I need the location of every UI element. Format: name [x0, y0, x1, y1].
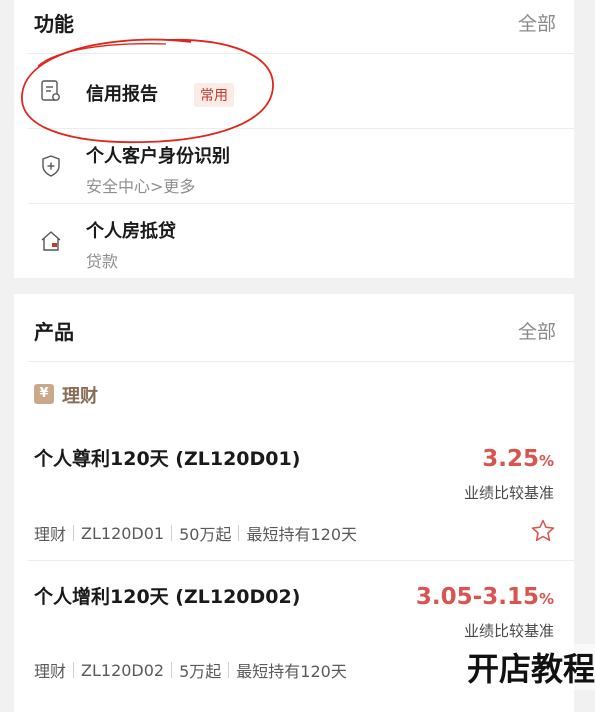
product-tag: ZL120D02 [81, 660, 165, 680]
product-name: 个人增利120天 (ZL120D02) [34, 586, 301, 608]
product-tags: 理财 ZL120D02 5万起 最短持有120天 [34, 658, 347, 682]
products-view-all-link[interactable]: 全部 [518, 317, 556, 344]
tag-separator [228, 662, 230, 678]
rate-unit: % [538, 452, 554, 470]
divider [28, 128, 574, 129]
rate-label: 业绩比较基准 [463, 622, 554, 640]
function-item-title: 个人客户身份识别 [86, 146, 230, 167]
product-name: 个人尊利120天 (ZL120D01) [34, 448, 301, 470]
product-tag: 5万起 [179, 662, 222, 681]
shield-plus-icon [38, 153, 64, 179]
products-section-title: 产品 [34, 320, 74, 344]
function-item-subtitle: 贷款 [86, 252, 119, 271]
product-tag: 50万起 [179, 525, 232, 544]
product-tag: 最短持有120天 [246, 525, 358, 544]
function-item-subtitle: 安全中心>更多 [86, 177, 196, 196]
tag-separator [171, 662, 173, 678]
product-tags: 理财 ZL120D01 50万起 最短持有120天 [34, 521, 357, 545]
divider [28, 53, 574, 54]
function-item-title: 信用报告 [86, 84, 158, 105]
tag-separator [238, 525, 240, 541]
frequent-badge: 常用 [194, 83, 234, 107]
functions-view-all-link[interactable]: 全部 [518, 9, 556, 36]
wealth-category-label: 理财 [62, 386, 98, 407]
product-tag: 理财 [34, 662, 67, 681]
tag-separator [73, 662, 75, 678]
functions-card: 功能 全部 信用报告 常用 个人客户身份识别 安全中心>更多 个人房抵贷 贷款 [14, 0, 574, 278]
house-icon [38, 228, 64, 254]
product-tag: ZL120D01 [81, 523, 165, 543]
divider [28, 361, 574, 362]
divider [28, 560, 574, 561]
product-tag: 理财 [34, 525, 67, 544]
rate-label: 业绩比较基准 [463, 484, 554, 502]
credit-report-icon [38, 78, 64, 104]
watermark-text: 开店教程 [466, 644, 595, 690]
product-rate: 3.05-3.15% [416, 584, 554, 610]
tag-separator [171, 525, 173, 541]
favorite-star-icon[interactable] [530, 518, 556, 544]
rate-value: 3.25 [482, 446, 539, 472]
tag-separator [73, 525, 75, 541]
function-item-title: 个人房抵贷 [86, 221, 176, 242]
product-tag: 最短持有120天 [236, 662, 347, 681]
product-rate: 3.25% [482, 446, 554, 472]
functions-section-title: 功能 [34, 12, 74, 36]
rate-value: 3.05-3.15 [415, 584, 539, 610]
rate-unit: % [538, 590, 554, 608]
divider [28, 203, 574, 204]
wealth-category-icon: ¥ [34, 384, 54, 404]
